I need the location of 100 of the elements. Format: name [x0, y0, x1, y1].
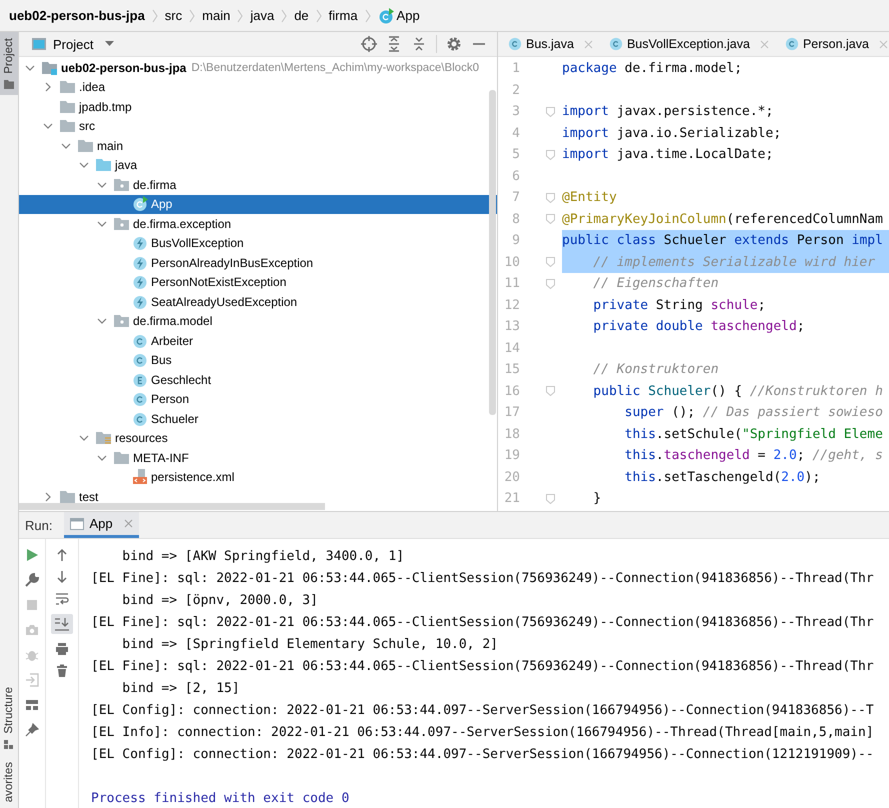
- console-line: bind => [AKW Springfield, 3400.0, 1]: [121, 548, 406, 566]
- collapse-all-icon[interactable]: [411, 36, 427, 52]
- breadcrumb-item[interactable]: main: [202, 8, 230, 23]
- tree-item[interactable]: PersonAlreadyInBusException: [19, 253, 497, 272]
- window-icon: [31, 37, 47, 51]
- tree-item[interactable]: java: [19, 156, 497, 175]
- xml-file-icon: [132, 469, 148, 486]
- tree-item[interactable]: test: [19, 487, 497, 503]
- settings-icon[interactable]: [446, 36, 462, 52]
- tree-item[interactable]: de.firma.model: [19, 312, 497, 331]
- code-line: // Konstruktoren: [592, 361, 720, 379]
- project-view-dropdown[interactable]: Project: [31, 36, 114, 52]
- chevron-icon[interactable]: [25, 62, 35, 73]
- exception-class-icon: [132, 274, 148, 290]
- tree-item[interactable]: SeatAlreadyUsedException: [19, 292, 497, 312]
- breadcrumb-item[interactable]: java: [250, 8, 274, 23]
- scroll-bar[interactable]: [19, 503, 325, 510]
- tool-window-tab[interactable]: Structure: [0, 681, 18, 756]
- line-number: 13: [503, 319, 520, 334]
- soft-wrap-icon[interactable]: [55, 592, 69, 606]
- tree-item[interactable]: jpadb.tmp: [19, 97, 497, 116]
- chevron-icon[interactable]: [97, 316, 107, 326]
- tree-item[interactable]: de.firma: [19, 175, 497, 194]
- tool-window-tab[interactable]: avorites: [0, 756, 18, 808]
- line-number: 8: [511, 212, 520, 227]
- line-number: 5: [511, 147, 520, 162]
- enum-icon: [132, 372, 148, 388]
- code-line: this.setTaschengeld(2.0);: [624, 468, 822, 486]
- tree-item[interactable]: de.firma.exception: [19, 214, 497, 234]
- editor-tab[interactable]: Bus.java: [508, 32, 601, 56]
- close-icon[interactable]: [124, 519, 133, 528]
- chevron-icon[interactable]: [97, 218, 107, 229]
- chevron-icon[interactable]: [43, 492, 53, 502]
- chevron-icon: [237, 8, 244, 22]
- tree-item[interactable]: persistence.xml: [19, 468, 497, 487]
- tree-item[interactable]: src: [19, 116, 497, 136]
- editor-tab[interactable]: Person.java: [784, 32, 889, 56]
- pin-icon[interactable]: [25, 723, 39, 737]
- breadcrumb-item[interactable]: firma: [328, 8, 358, 23]
- up-arrow-icon[interactable]: [55, 548, 69, 562]
- expand-all-icon[interactable]: [386, 36, 402, 52]
- exception-class-icon: [132, 254, 148, 271]
- package-icon: [114, 178, 130, 192]
- locate-icon[interactable]: [361, 36, 377, 52]
- code-line: public Schueler() { //Konstruktoren h: [592, 382, 884, 400]
- wrench-icon[interactable]: [25, 573, 39, 587]
- console-line: [EL Fine]: sql: 2022-01-21 06:53:44.065--ClientSession(756936249)--Connection(941836856)--Thread(Thr: [91, 614, 875, 632]
- tree-item[interactable]: ueb02-person-bus-jpa D:\Benutzerdaten\Mertens_Achim\my-workspace\Block0: [19, 58, 497, 78]
- console-line: [EL Config]: connection: 2022-01-21 06:53:44.097--ServerSession(166794956)--Connection(1212191909)--: [91, 746, 875, 764]
- chevron-icon[interactable]: [79, 160, 89, 170]
- tree-item[interactable]: Schueler: [19, 409, 497, 428]
- class-icon: [132, 332, 148, 349]
- tree-item[interactable]: main: [19, 136, 497, 156]
- tree-item[interactable]: PersonNotExistException: [19, 272, 497, 292]
- line-number: 9: [511, 233, 520, 248]
- chevron-icon: [152, 8, 158, 22]
- tree-item[interactable]: Person: [19, 390, 497, 409]
- console-line: bind => [Springfield Elementary Schule, 10.0, 2]: [121, 636, 499, 654]
- exception-class-icon: [132, 235, 148, 252]
- class-icon: [608, 37, 623, 51]
- caret-icon: [105, 41, 114, 47]
- tree-item[interactable]: App: [19, 194, 497, 214]
- line-number: 3: [511, 104, 520, 120]
- print-icon[interactable]: [55, 642, 69, 656]
- breadcrumb-item[interactable]: src: [164, 8, 182, 23]
- chevron-icon[interactable]: [79, 433, 89, 444]
- editor-tab[interactable]: BusVollException.java: [608, 32, 777, 56]
- down-arrow-icon[interactable]: [55, 570, 69, 584]
- scroll-bar[interactable]: [489, 90, 496, 415]
- tree-item[interactable]: Bus: [19, 350, 497, 370]
- scroll-to-end-icon[interactable]: [51, 614, 73, 634]
- chevron-icon[interactable]: [97, 452, 107, 463]
- line-number: 15: [503, 362, 520, 378]
- line-number: 11: [503, 276, 520, 292]
- folder-icon: [96, 431, 112, 446]
- breadcrumb-item[interactable]: ueb02-person-bus-jpa: [9, 8, 145, 23]
- structure-icon: [4, 740, 14, 750]
- run-icon[interactable]: [25, 548, 39, 562]
- breadcrumb-item[interactable]: de: [294, 8, 309, 23]
- tree-item[interactable]: resources: [19, 428, 497, 448]
- tree-item[interactable]: .idea: [19, 78, 497, 97]
- chevron-icon[interactable]: [43, 82, 53, 92]
- tree-item[interactable]: BusVollException: [19, 234, 497, 253]
- chevron-icon[interactable]: [43, 121, 53, 132]
- layout-icon[interactable]: [25, 698, 39, 712]
- tree-item[interactable]: Geschlecht: [19, 370, 497, 390]
- console-line: bind => [öpnv, 2000.0, 3]: [121, 592, 319, 610]
- breadcrumb-item[interactable]: App: [378, 8, 420, 24]
- chevron-icon[interactable]: [61, 140, 71, 151]
- folder-icon: [60, 119, 76, 134]
- line-number: 17: [503, 405, 520, 420]
- tree-item[interactable]: Arbeiter: [19, 331, 497, 350]
- line-number: 7: [511, 190, 520, 206]
- trash-icon[interactable]: [55, 664, 69, 678]
- run-tab[interactable]: App: [64, 512, 139, 538]
- tool-window-tab[interactable]: Project: [0, 32, 18, 95]
- code-line: package de.firma.model;: [562, 60, 744, 78]
- chevron-icon[interactable]: [97, 180, 107, 190]
- path-label: D:\Benutzerdaten\Mertens_Achim\my-workspace\Block0: [191, 62, 479, 74]
- tree-item[interactable]: META-INF: [19, 448, 497, 468]
